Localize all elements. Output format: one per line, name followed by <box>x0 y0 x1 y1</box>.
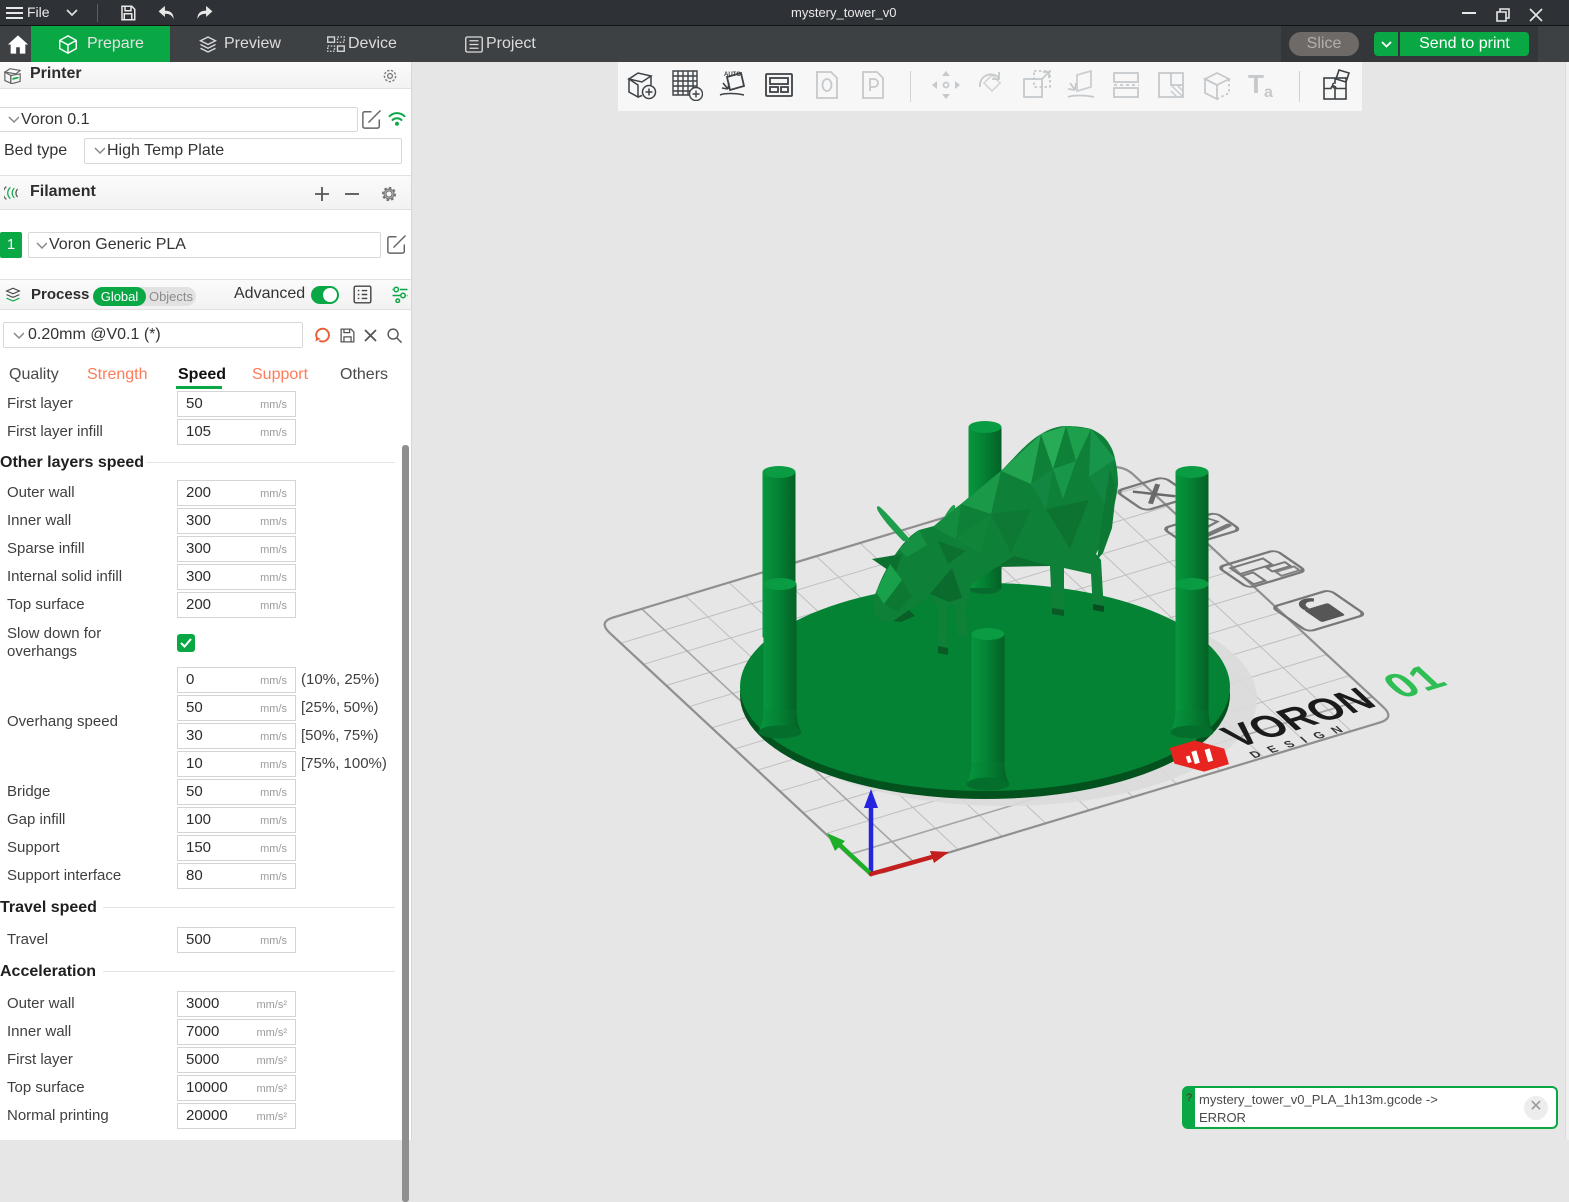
svg-text:01: 01 <box>1372 658 1457 706</box>
